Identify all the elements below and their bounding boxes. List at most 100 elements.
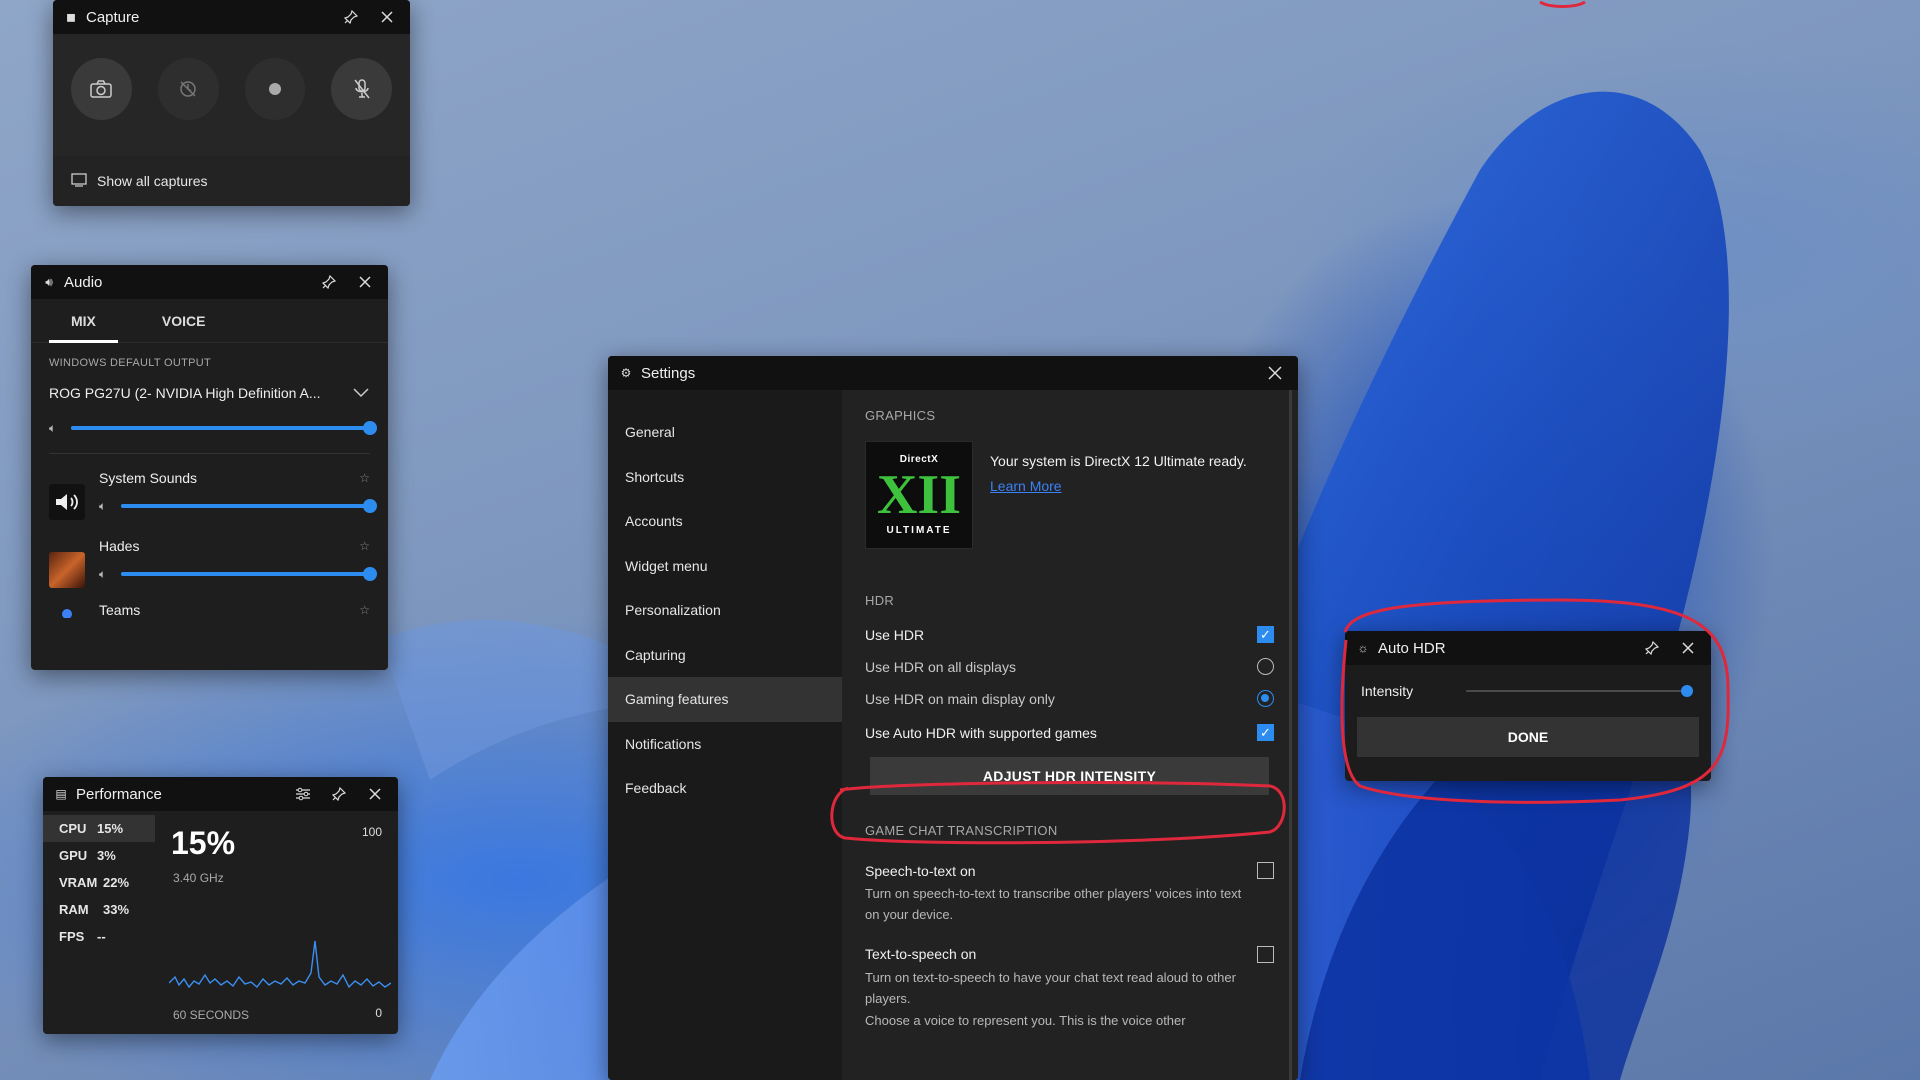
pin-icon[interactable] [1639, 635, 1665, 661]
mic-toggle-button[interactable] [331, 58, 392, 120]
performance-widget: ▤ Performance CPU 15% GPU 3% VRAM 22% RAM 33… [43, 777, 398, 1034]
cpu-usage-graph [169, 940, 391, 989]
section-header-chat: GAME CHAT TRANSCRIPTION [865, 823, 1058, 838]
slider-thumb[interactable] [363, 567, 377, 581]
volume-icon: 🔈︎ [99, 498, 107, 513]
hdr-main-display-radio[interactable] [1257, 690, 1274, 707]
section-header-hdr: HDR [865, 593, 895, 608]
nav-feedback[interactable]: Feedback [608, 766, 842, 811]
master-volume-slider[interactable] [71, 421, 377, 435]
audio-title: Audio [64, 273, 103, 291]
nav-personalization[interactable]: Personalization [608, 588, 842, 633]
auto-hdr-option: Use Auto HDR with supported games ✓ [865, 724, 1274, 741]
capture-title: Capture [86, 8, 140, 26]
app-name: System Sounds [99, 470, 198, 486]
metric-value: 15% [97, 821, 124, 836]
system-sounds-icon [49, 484, 85, 520]
volume-icon: 🔈︎ [99, 566, 107, 581]
speech-to-text-checkbox[interactable] [1257, 862, 1274, 879]
tab-voice[interactable]: VOICE [140, 299, 228, 343]
settings-title: Settings [641, 364, 696, 382]
divider [49, 453, 370, 454]
slider-thumb[interactable] [1681, 685, 1693, 697]
intensity-slider[interactable] [1466, 685, 1693, 697]
metric-vram[interactable]: VRAM 22% [43, 869, 155, 896]
hdr-main-display-label: Use HDR on main display only [865, 690, 1055, 707]
section-header-graphics: GRAPHICS [865, 408, 936, 423]
done-button[interactable]: DONE [1357, 717, 1699, 757]
metric-value: -- [97, 929, 106, 944]
adjust-hdr-intensity-button[interactable]: ADJUST HDR INTENSITY [870, 757, 1269, 795]
pin-icon[interactable] [326, 781, 352, 807]
auto-hdr-checkbox[interactable]: ✓ [1257, 724, 1274, 741]
speaker-icon: 🔊︎ [45, 274, 53, 289]
teams-icon [49, 604, 85, 618]
screenshot-button[interactable] [71, 58, 132, 120]
settings-sliders-icon[interactable] [290, 781, 316, 807]
hades-icon [49, 552, 85, 588]
star-icon[interactable]: ☆ [359, 539, 370, 553]
hdr-all-displays-radio[interactable] [1257, 658, 1274, 675]
star-icon[interactable]: ☆ [359, 471, 370, 485]
audio-titlebar[interactable]: 🔊︎ Audio [31, 265, 388, 299]
nav-accounts[interactable]: Accounts [608, 499, 842, 544]
intensity-row: Intensity [1357, 665, 1699, 717]
metric-gpu[interactable]: GPU 3% [43, 842, 155, 869]
text-to-speech-option: Text-to-speech on [865, 945, 1274, 963]
output-device-value: ROG PG27U (2- NVIDIA High Definition A..… [49, 385, 321, 401]
nav-widget-menu[interactable]: Widget menu [608, 544, 842, 589]
output-label: WINDOWS DEFAULT OUTPUT [49, 357, 212, 369]
use-hdr-option: Use HDR ✓ [865, 626, 1274, 643]
pin-icon[interactable] [338, 4, 364, 30]
performance-title: Performance [76, 785, 162, 803]
settings-nav: General Shortcuts Accounts Widget menu P… [608, 390, 842, 1080]
performance-titlebar[interactable]: ▤ Performance [43, 777, 398, 811]
capture-widget: ◼ Capture Show all captures [53, 0, 410, 206]
metric-fps[interactable]: FPS -- [43, 923, 155, 950]
capture-titlebar[interactable]: ◼ Capture [53, 0, 410, 34]
graph-time-window: 60 SECONDS [173, 1008, 250, 1022]
chevron-down-icon [353, 388, 369, 398]
record-last-button[interactable] [157, 58, 219, 120]
scrollbar[interactable] [1289, 390, 1292, 1080]
metric-key: FPS [59, 929, 85, 944]
nav-capturing[interactable]: Capturing [608, 633, 842, 678]
system-sounds-volume-slider[interactable] [121, 499, 377, 513]
slider-thumb[interactable] [363, 499, 377, 513]
use-hdr-checkbox[interactable]: ✓ [1257, 626, 1274, 643]
pin-icon[interactable] [316, 269, 342, 295]
text-to-speech-checkbox[interactable] [1257, 945, 1274, 963]
intensity-label: Intensity [1361, 683, 1414, 699]
sun-icon: ☼ [1357, 641, 1369, 655]
close-icon[interactable] [1675, 635, 1701, 661]
app-name: Hades [99, 538, 140, 554]
tab-mix[interactable]: MIX [49, 299, 118, 343]
nav-notifications[interactable]: Notifications [608, 722, 842, 767]
auto-hdr-titlebar[interactable]: ☼ Auto HDR [1345, 631, 1711, 665]
close-icon[interactable] [362, 781, 388, 807]
nav-general[interactable]: General [608, 410, 842, 455]
learn-more-link[interactable]: Learn More [990, 476, 1250, 497]
close-icon[interactable] [1262, 360, 1288, 386]
output-device-select[interactable]: ROG PG27U (2- NVIDIA High Definition A..… [31, 375, 388, 401]
slider-thumb[interactable] [363, 421, 377, 435]
graph-max: 100 [361, 825, 382, 839]
hdr-main-display-option: Use HDR on main display only [865, 690, 1274, 707]
camera-icon [90, 80, 113, 98]
metric-cpu[interactable]: CPU 15% [43, 815, 155, 842]
speech-to-text-label: Speech-to-text on [865, 862, 976, 879]
capture-buttons [53, 34, 410, 156]
star-icon[interactable]: ☆ [359, 603, 370, 617]
show-all-captures-link[interactable]: Show all captures [53, 156, 410, 206]
nav-shortcuts[interactable]: Shortcuts [608, 455, 842, 500]
hades-volume-slider[interactable] [121, 567, 377, 581]
metric-ram[interactable]: RAM 33% [43, 896, 155, 923]
settings-titlebar[interactable]: ⚙ Settings [608, 356, 1298, 390]
record-last-icon [180, 81, 196, 97]
start-recording-button[interactable] [244, 58, 306, 120]
directx-status: Your system is DirectX 12 Ultimate ready… [990, 453, 1247, 469]
close-icon[interactable] [352, 269, 378, 295]
nav-gaming-features[interactable]: Gaming features [608, 677, 842, 722]
close-icon[interactable] [374, 4, 400, 30]
app-row-teams: Teams ☆ [31, 592, 388, 622]
